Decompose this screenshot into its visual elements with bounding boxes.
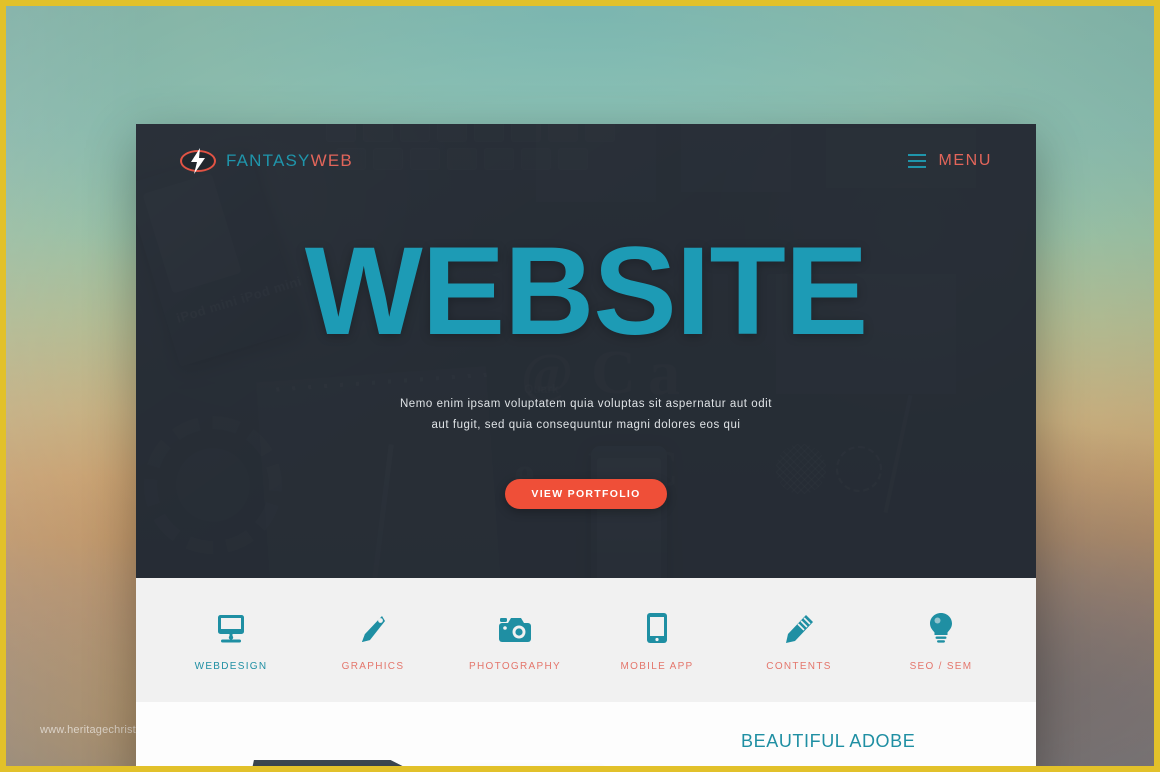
service-item-graphics[interactable]: GRAPHICS — [302, 608, 444, 672]
service-item-mobile-app[interactable]: MOBILE APP — [586, 608, 728, 672]
service-label: GRAPHICS — [341, 661, 405, 672]
bottom-heading: BEAUTIFUL ADOBE — [741, 731, 916, 751]
lightning-bolt-badge-icon — [180, 148, 216, 174]
navbar: FANTASYWEB MENU — [136, 124, 1036, 198]
dark-device-prop — [248, 760, 446, 766]
services-section: WEBDESIGN GRAPHICS PHOTOGRAPHY MOBILE AP… — [136, 578, 1036, 702]
hero-section: iPod mini iPod mini @ C a e V C Quark — [136, 124, 1036, 578]
service-item-seo-sem[interactable]: SEO / SEM — [870, 608, 1012, 672]
smartphone-icon — [646, 608, 668, 644]
view-portfolio-button[interactable]: VIEW PORTFOLIO — [505, 478, 667, 509]
hamburger-icon — [908, 153, 927, 169]
pencil-icon — [784, 608, 814, 644]
camera-icon — [498, 608, 532, 644]
service-label: MOBILE APP — [620, 661, 694, 672]
service-label: PHOTOGRAPHY — [469, 661, 561, 672]
service-label: SEO / SEM — [909, 661, 973, 672]
hero-subtitle-line-2: aut fugit, sed quia consequuntur magni d… — [431, 419, 741, 432]
service-label: CONTENTS — [766, 661, 832, 672]
lightbulb-icon — [929, 608, 953, 644]
menu-label: MENU — [938, 152, 992, 169]
bottom-section: BEAUTIFUL ADOBE — [136, 702, 1036, 766]
gold-frame: www.heritagechristiancollege.com iPod mi… — [0, 0, 1160, 772]
monitor-icon — [215, 608, 247, 644]
service-label: WEBDESIGN — [194, 661, 268, 672]
hero-title: WEBSITE — [304, 222, 868, 361]
service-item-webdesign[interactable]: WEBDESIGN — [160, 608, 302, 672]
logo-wordmark: FANTASYWEB — [226, 151, 353, 171]
light-device-prop — [458, 760, 636, 766]
menu-button[interactable]: MENU — [908, 152, 992, 170]
service-item-contents[interactable]: CONTENTS — [728, 608, 870, 672]
logo-primary-text: FANTASY — [226, 151, 311, 170]
logo-secondary-text: WEB — [310, 151, 353, 170]
service-item-photography[interactable]: PHOTOGRAPHY — [444, 608, 586, 672]
pen-nib-icon — [358, 608, 388, 644]
hero-subtitle: Nemo enim ipsam voluptatem quia voluptas… — [400, 394, 772, 437]
hero-subtitle-line-1: Nemo enim ipsam voluptatem quia voluptas… — [399, 398, 773, 410]
site-logo[interactable]: FANTASYWEB — [180, 148, 353, 174]
website-mockup-card: iPod mini iPod mini @ C a e V C Quark — [136, 124, 1036, 766]
